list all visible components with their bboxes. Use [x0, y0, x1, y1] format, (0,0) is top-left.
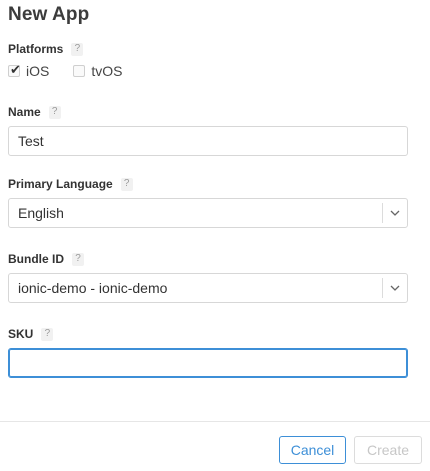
bundle-id-select[interactable]: ionic-demo - ionic-demo — [8, 273, 408, 303]
sku-section: SKU ? — [8, 326, 408, 378]
sku-input[interactable] — [8, 348, 408, 378]
platforms-label: Platforms — [8, 42, 64, 56]
primary-language-label-row: Primary Language ? — [8, 176, 408, 192]
name-label: Name — [8, 105, 41, 119]
dropdown-toggle[interactable] — [382, 203, 407, 223]
ios-label: iOS — [26, 63, 50, 79]
help-icon[interactable]: ? — [48, 105, 61, 119]
dropdown-toggle[interactable] — [382, 278, 407, 298]
help-icon[interactable]: ? — [120, 177, 133, 191]
sku-label-row: SKU ? — [8, 326, 408, 342]
primary-language-value: English — [18, 205, 64, 221]
platforms-label-row: Platforms ? — [8, 41, 122, 57]
platforms-section: Platforms ? ✔ iOS tvOS — [8, 41, 122, 79]
name-input[interactable]: Test — [8, 126, 408, 156]
primary-language-select[interactable]: English — [8, 198, 408, 228]
new-app-dialog: New App Platforms ? ✔ iOS tvOS Name ? Te… — [0, 0, 430, 471]
tvos-checkbox[interactable] — [73, 65, 86, 77]
sku-label: SKU — [8, 327, 34, 341]
cancel-button[interactable]: Cancel — [279, 436, 346, 464]
name-label-row: Name ? — [8, 104, 408, 120]
bundle-id-label: Bundle ID — [8, 252, 64, 266]
platform-ios-option[interactable]: ✔ iOS — [8, 63, 49, 79]
help-icon[interactable]: ? — [71, 42, 84, 56]
bundle-id-section: Bundle ID ? ionic-demo - ionic-demo — [8, 251, 408, 303]
name-value: Test — [18, 133, 44, 149]
ios-checkbox[interactable]: ✔ — [8, 62, 21, 77]
chevron-down-icon — [390, 285, 400, 291]
platform-options: ✔ iOS tvOS — [8, 63, 122, 79]
primary-language-section: Primary Language ? English — [8, 176, 408, 228]
dialog-title: New App — [8, 4, 90, 25]
help-icon[interactable]: ? — [41, 327, 54, 341]
help-icon[interactable]: ? — [72, 252, 84, 266]
name-section: Name ? Test — [8, 104, 408, 156]
primary-language-label: Primary Language — [8, 177, 113, 191]
checkmark-icon: ✔ — [10, 62, 21, 77]
bundle-id-value: ionic-demo - ionic-demo — [18, 280, 168, 296]
platform-tvos-option[interactable]: tvOS — [73, 63, 122, 79]
tvos-label: tvOS — [91, 63, 123, 79]
chevron-down-icon — [390, 210, 400, 216]
create-button[interactable]: Create — [354, 436, 422, 464]
footer-divider — [0, 421, 430, 422]
bundle-id-label-row: Bundle ID ? — [8, 251, 408, 267]
